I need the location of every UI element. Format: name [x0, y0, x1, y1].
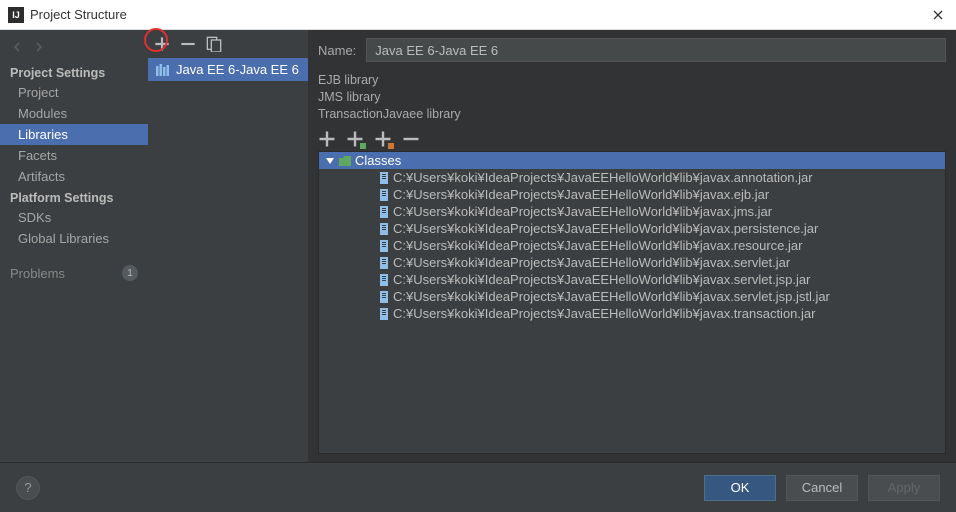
- sidebar-item-modules[interactable]: Modules: [0, 103, 148, 124]
- sidebar-section-header: Platform Settings: [0, 187, 148, 207]
- remove-library-button[interactable]: [180, 36, 196, 52]
- jar-icon: [379, 274, 389, 286]
- tree-leaf[interactable]: C:¥Users¥koki¥IdeaProjects¥JavaEEHelloWo…: [319, 186, 945, 203]
- sidebar-item-project[interactable]: Project: [0, 82, 148, 103]
- sidebar-section-header: Project Settings: [0, 62, 148, 82]
- app-icon: IJ: [8, 7, 24, 23]
- problems-label: Problems: [10, 266, 65, 281]
- cancel-button[interactable]: Cancel: [786, 475, 858, 501]
- folder-icon: [339, 156, 351, 166]
- tree-leaf-label: C:¥Users¥koki¥IdeaProjects¥JavaEEHelloWo…: [393, 272, 810, 287]
- tree-leaf-label: C:¥Users¥koki¥IdeaProjects¥JavaEEHelloWo…: [393, 187, 769, 202]
- tree-leaf[interactable]: C:¥Users¥koki¥IdeaProjects¥JavaEEHelloWo…: [319, 237, 945, 254]
- classes-tree[interactable]: Classes C:¥Users¥koki¥IdeaProjects¥JavaE…: [318, 151, 946, 454]
- tree-leaf[interactable]: C:¥Users¥koki¥IdeaProjects¥JavaEEHelloWo…: [319, 288, 945, 305]
- disclosure-triangle-icon: [325, 156, 335, 166]
- copy-library-button[interactable]: [206, 36, 222, 52]
- jar-icon: [379, 291, 389, 303]
- add-library-button[interactable]: [154, 36, 170, 52]
- tree-add-type-button[interactable]: [346, 131, 364, 147]
- sidebar-item-libraries[interactable]: Libraries: [0, 124, 148, 145]
- jar-icon: [379, 240, 389, 252]
- tree-leaf-label: C:¥Users¥koki¥IdeaProjects¥JavaEEHelloWo…: [393, 238, 802, 253]
- sidebar-item-facets[interactable]: Facets: [0, 145, 148, 166]
- tree-leaf[interactable]: C:¥Users¥koki¥IdeaProjects¥JavaEEHelloWo…: [319, 305, 945, 322]
- tree-leaf[interactable]: C:¥Users¥koki¥IdeaProjects¥JavaEEHelloWo…: [319, 220, 945, 237]
- jar-icon: [379, 308, 389, 320]
- tree-remove-button[interactable]: [402, 131, 420, 147]
- dialog-footer: ? OK Cancel Apply: [0, 462, 956, 512]
- summary-line: JMS library: [318, 89, 946, 106]
- window-title: Project Structure: [30, 7, 928, 22]
- library-item[interactable]: Java EE 6-Java EE 6: [148, 58, 308, 81]
- jar-icon: [379, 257, 389, 269]
- classes-node[interactable]: Classes: [319, 152, 945, 169]
- sidebar: Project SettingsProjectModulesLibrariesF…: [0, 30, 148, 462]
- tree-leaf[interactable]: C:¥Users¥koki¥IdeaProjects¥JavaEEHelloWo…: [319, 271, 945, 288]
- main-panel: Name: EJB libraryJMS libraryTransactionJ…: [308, 30, 956, 462]
- library-list-column: Java EE 6-Java EE 6: [148, 30, 308, 462]
- titlebar: IJ Project Structure: [0, 0, 956, 30]
- forward-button[interactable]: [32, 40, 46, 54]
- summary-line: TransactionJavaee library: [318, 106, 946, 123]
- library-summary: EJB libraryJMS libraryTransactionJavaee …: [318, 72, 946, 123]
- help-button[interactable]: ?: [16, 476, 40, 500]
- name-input[interactable]: [366, 38, 946, 62]
- library-item-label: Java EE 6-Java EE 6: [176, 62, 299, 77]
- jar-icon: [379, 206, 389, 218]
- classes-label: Classes: [355, 153, 401, 168]
- tree-leaf-label: C:¥Users¥koki¥IdeaProjects¥JavaEEHelloWo…: [393, 204, 772, 219]
- library-icon: [156, 64, 170, 76]
- tree-leaf-label: C:¥Users¥koki¥IdeaProjects¥JavaEEHelloWo…: [393, 255, 790, 270]
- name-label: Name:: [318, 43, 356, 58]
- sidebar-problems[interactable]: Problems 1: [0, 259, 148, 287]
- tree-leaf[interactable]: C:¥Users¥koki¥IdeaProjects¥JavaEEHelloWo…: [319, 203, 945, 220]
- summary-line: EJB library: [318, 72, 946, 89]
- tree-leaf-label: C:¥Users¥koki¥IdeaProjects¥JavaEEHelloWo…: [393, 170, 813, 185]
- sidebar-item-artifacts[interactable]: Artifacts: [0, 166, 148, 187]
- jar-icon: [379, 189, 389, 201]
- tree-leaf[interactable]: C:¥Users¥koki¥IdeaProjects¥JavaEEHelloWo…: [319, 169, 945, 186]
- back-button[interactable]: [10, 40, 24, 54]
- tree-leaf-label: C:¥Users¥koki¥IdeaProjects¥JavaEEHelloWo…: [393, 289, 830, 304]
- close-icon: [933, 10, 943, 20]
- tree-leaf[interactable]: C:¥Users¥koki¥IdeaProjects¥JavaEEHelloWo…: [319, 254, 945, 271]
- sidebar-item-global-libraries[interactable]: Global Libraries: [0, 228, 148, 249]
- problems-count: 1: [122, 265, 138, 281]
- tree-add-button[interactable]: [318, 131, 336, 147]
- apply-button[interactable]: Apply: [868, 475, 940, 501]
- sidebar-item-sdks[interactable]: SDKs: [0, 207, 148, 228]
- jar-icon: [379, 172, 389, 184]
- tree-add-other-button[interactable]: [374, 131, 392, 147]
- tree-leaf-label: C:¥Users¥koki¥IdeaProjects¥JavaEEHelloWo…: [393, 221, 818, 236]
- tree-leaf-label: C:¥Users¥koki¥IdeaProjects¥JavaEEHelloWo…: [393, 306, 815, 321]
- close-button[interactable]: [928, 5, 948, 25]
- ok-button[interactable]: OK: [704, 475, 776, 501]
- jar-icon: [379, 223, 389, 235]
